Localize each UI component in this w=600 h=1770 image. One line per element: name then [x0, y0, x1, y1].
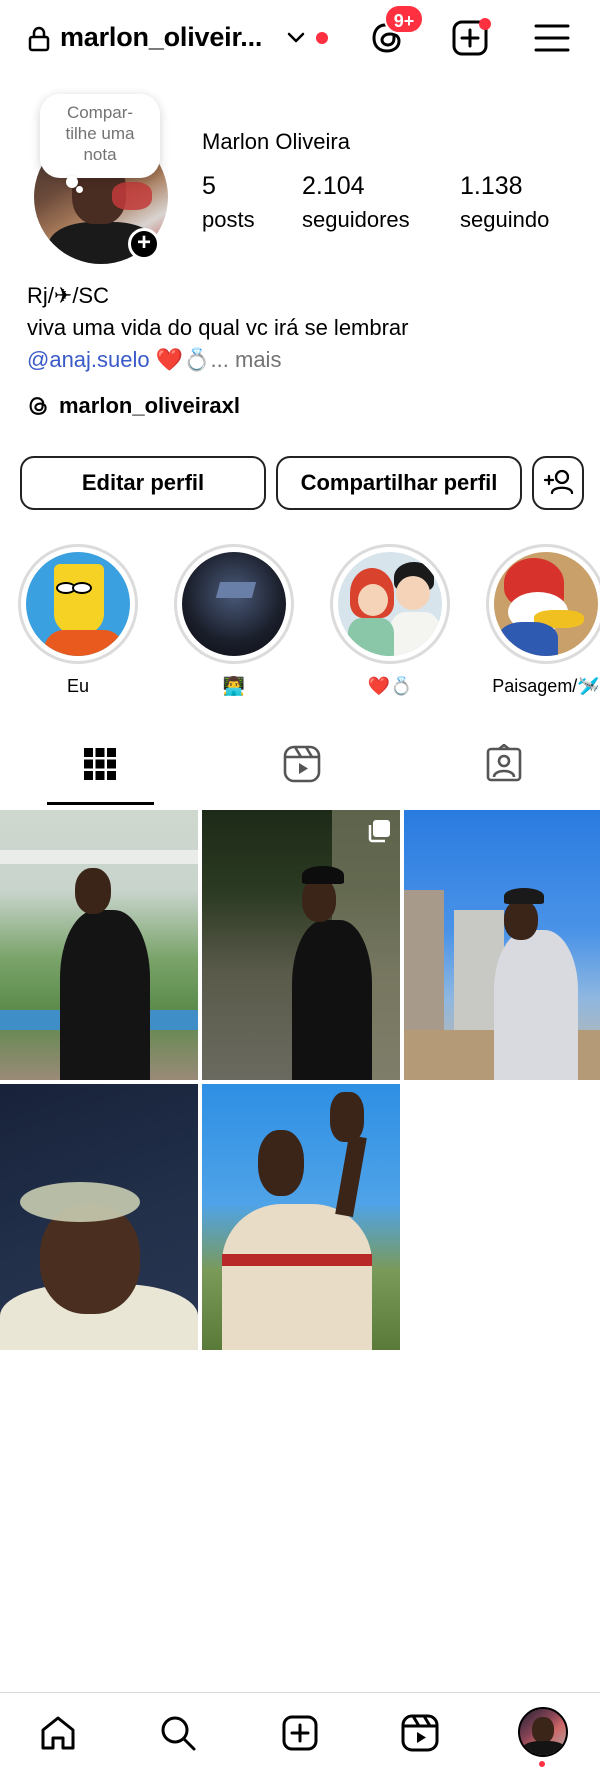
highlight-cover: [182, 552, 286, 656]
post-thumbnail[interactable]: [202, 1084, 400, 1350]
profile-notification-dot: [539, 1761, 545, 1767]
threads-handle: marlon_oliveiraxl: [59, 393, 240, 418]
threads-profile-link[interactable]: marlon_oliveiraxl: [27, 393, 240, 419]
highlight-item[interactable]: ❤️💍: [330, 544, 450, 697]
grid-icon[interactable]: [80, 744, 120, 784]
posts-stat[interactable]: 5 posts: [202, 172, 255, 233]
bio-emojis: ❤️💍: [149, 347, 211, 372]
notification-badge: 9+: [384, 4, 424, 34]
highlight-label: ❤️💍: [367, 676, 413, 696]
note-bubble-tail-small: [76, 186, 83, 193]
add-person-icon: [543, 469, 574, 495]
home-icon[interactable]: [38, 1713, 78, 1753]
followers-label: seguidores: [302, 207, 410, 232]
highlight-label: Eu: [66, 676, 90, 696]
highlight-label: Paisagem/🛩️: [492, 676, 600, 696]
profile-bio: Rj/✈/SC viva uma vida do qual vc irá se …: [27, 280, 409, 376]
chevron-down-icon[interactable]: [286, 30, 306, 46]
highlight-cover: [494, 552, 598, 656]
note-bubble[interactable]: Compar- tilhe uma nota: [40, 94, 160, 178]
highlight-item[interactable]: Paisagem/🛩️: [486, 544, 600, 697]
followers-count: 2.104: [302, 172, 365, 200]
bio-line: viva uma vida do qual vc irá se lembrar: [27, 315, 409, 340]
following-count: 1.138: [460, 172, 523, 200]
reels-icon[interactable]: [400, 1713, 440, 1753]
multiple-photos-icon: [368, 820, 390, 843]
profile-tabs: [0, 730, 600, 806]
account-switch-dot: [316, 32, 328, 44]
create-dot: [479, 18, 491, 30]
followers-stat[interactable]: 2.104 seguidores: [302, 172, 410, 233]
share-profile-button[interactable]: Compartilhar perfil: [276, 456, 522, 510]
profile-full-name: Marlon Oliveira: [202, 129, 350, 154]
posts-label: posts: [202, 207, 255, 232]
add-story-button[interactable]: +: [128, 228, 160, 260]
highlight-cover: [26, 552, 130, 656]
posts-count: 5: [202, 172, 216, 200]
bio-line: Rj/✈/SC: [27, 283, 109, 308]
post-thumbnail[interactable]: [202, 810, 400, 1080]
following-label: seguindo: [460, 207, 550, 232]
tagged-icon[interactable]: [484, 744, 524, 784]
search-icon[interactable]: [158, 1713, 198, 1753]
edit-profile-button[interactable]: Editar perfil: [20, 456, 266, 510]
menu-icon[interactable]: [532, 18, 572, 58]
bio-more-link[interactable]: ... mais: [211, 347, 282, 372]
reels-icon[interactable]: [282, 744, 322, 784]
discover-people-button[interactable]: [532, 456, 584, 510]
post-thumbnail[interactable]: [0, 1084, 198, 1350]
bottom-navigation: [0, 1692, 600, 1770]
top-bar: marlon_oliveir... 9+: [0, 0, 600, 80]
following-stat[interactable]: 1.138 seguindo: [460, 172, 549, 233]
bio-mention-link[interactable]: @anaj.suelo: [27, 347, 150, 372]
highlight-item[interactable]: Eu: [18, 544, 138, 697]
profile-avatar[interactable]: [518, 1707, 568, 1757]
highlight-cover: [338, 552, 442, 656]
active-tab-indicator: [47, 802, 154, 805]
create-icon[interactable]: [280, 1713, 320, 1753]
highlight-label: 👨‍💻: [222, 676, 246, 696]
note-text: Compar- tilhe uma nota: [65, 103, 135, 164]
account-username[interactable]: marlon_oliveir...: [60, 22, 262, 53]
post-thumbnail[interactable]: [404, 810, 600, 1080]
lock-icon: [28, 26, 50, 52]
post-thumbnail[interactable]: [0, 810, 198, 1080]
threads-icon: [29, 397, 47, 415]
highlight-item[interactable]: 👨‍💻: [174, 544, 294, 697]
